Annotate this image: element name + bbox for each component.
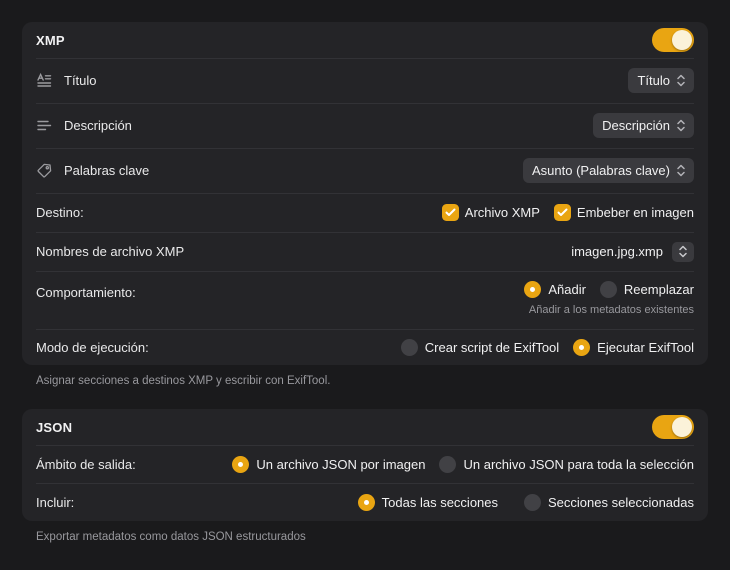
checkbox-archivo-xmp[interactable]: Archivo XMP	[441, 204, 540, 221]
radio-crear-script[interactable]: Crear script de ExifTool	[400, 338, 560, 356]
row-incluir: Incluir: Todas las secciones Secciones s…	[22, 483, 708, 521]
radio-unselected-icon	[599, 281, 617, 298]
radio-unselected-icon	[439, 455, 457, 473]
chevron-up-down-icon	[677, 164, 685, 177]
comportamiento-caption: Añadir a los metadatos existentes	[528, 304, 694, 316]
titulo-label: Título	[64, 73, 97, 88]
ambito-salida-label: Ámbito de salida:	[36, 456, 136, 472]
row-ambito-salida: Ámbito de salida: Un archivo JSON por im…	[22, 445, 708, 483]
incluir-radio-group: Todas las secciones Secciones selecciona…	[357, 493, 694, 511]
json-toggle[interactable]	[652, 415, 694, 439]
radio-json-toda-seleccion-label: Un archivo JSON para toda la selección	[463, 456, 694, 472]
radio-json-por-imagen[interactable]: Un archivo JSON por imagen	[232, 455, 426, 473]
comportamiento-radio-group: Añadir Reemplazar	[524, 281, 694, 298]
xmp-toggle[interactable]	[652, 28, 694, 52]
filename-value: imagen.jpg.xmp	[571, 244, 663, 259]
radio-selected-icon	[524, 281, 542, 298]
textformat-icon	[36, 72, 53, 89]
titulo-dropdown-value: Título	[637, 73, 670, 88]
xmp-header-row: XMP	[22, 22, 708, 58]
radio-selected-icon	[232, 455, 250, 473]
radio-selected-icon	[357, 493, 375, 511]
radio-json-toda-seleccion[interactable]: Un archivo JSON para toda la selección	[439, 455, 694, 473]
json-section-title: JSON	[36, 419, 73, 435]
modo-ejecucion-label: Modo de ejecución:	[36, 339, 149, 355]
radio-secciones-seleccionadas-label: Secciones seleccionadas	[548, 494, 694, 510]
radio-unselected-icon	[524, 493, 542, 511]
json-card: JSON Ámbito de salida: Un archivo JSON p…	[22, 409, 708, 521]
radio-anadir[interactable]: Añadir	[524, 281, 586, 298]
radio-reemplazar-label: Reemplazar	[623, 282, 694, 297]
radio-ejecutar-exiftool[interactable]: Ejecutar ExifTool	[573, 338, 694, 356]
row-comportamiento: Comportamiento: Añadir Reemplazar Añadir…	[22, 271, 708, 329]
text-lines-icon	[36, 117, 53, 134]
modo-radio-group: Crear script de ExifTool Ejecutar ExifTo…	[400, 338, 694, 356]
row-nombres-archivo-xmp: Nombres de archivo XMP imagen.jpg.xmp	[22, 232, 708, 271]
chevron-up-down-icon	[677, 74, 685, 87]
ambito-radio-group: Un archivo JSON por imagen Un archivo JS…	[232, 455, 694, 473]
row-modo-ejecucion: Modo de ejecución: Crear script de ExifT…	[22, 329, 708, 365]
filename-control: imagen.jpg.xmp	[571, 241, 694, 262]
comportamiento-label: Comportamiento:	[36, 285, 136, 300]
destino-label: Destino:	[36, 205, 84, 220]
nombres-archivo-label: Nombres de archivo XMP	[36, 244, 185, 259]
row-palabras-clave: Palabras clave Asunto (Palabras clave)	[22, 148, 708, 193]
xmp-card: XMP Título Título Descripción Descripció…	[22, 22, 708, 365]
radio-selected-icon	[573, 338, 591, 356]
destino-checkbox-group: Archivo XMP Embeber en imagen	[441, 204, 694, 221]
radio-secciones-seleccionadas[interactable]: Secciones seleccionadas	[524, 493, 694, 511]
json-footnote: Exportar metadatos como datos JSON estru…	[36, 531, 306, 543]
palabras-clave-dropdown-value: Asunto (Palabras clave)	[531, 163, 670, 178]
radio-todas-secciones-label: Todas las secciones	[381, 494, 499, 510]
radio-reemplazar[interactable]: Reemplazar	[599, 281, 694, 298]
radio-anadir-label: Añadir	[548, 282, 586, 297]
checkbox-checked-icon	[553, 204, 571, 221]
palabras-clave-dropdown[interactable]: Asunto (Palabras clave)	[522, 158, 694, 183]
xmp-toggle-knob	[672, 30, 692, 50]
radio-todas-secciones[interactable]: Todas las secciones	[357, 493, 499, 511]
comportamiento-controls: Añadir Reemplazar Añadir a los metadatos…	[524, 271, 694, 316]
tag-icon	[36, 162, 53, 179]
row-titulo: Título Título	[22, 58, 708, 103]
checkbox-archivo-xmp-label: Archivo XMP	[464, 205, 540, 220]
descripcion-dropdown-value: Descripción	[602, 118, 670, 133]
descripcion-label: Descripción	[64, 118, 132, 133]
row-descripcion: Descripción Descripción	[22, 103, 708, 148]
radio-crear-script-label: Crear script de ExifTool	[424, 339, 560, 355]
chevron-up-down-icon	[677, 119, 685, 132]
row-destino: Destino: Archivo XMP Embeber en imagen	[22, 193, 708, 232]
radio-json-por-imagen-label: Un archivo JSON por imagen	[256, 456, 426, 472]
descripcion-dropdown[interactable]: Descripción	[593, 113, 694, 138]
palabras-clave-label: Palabras clave	[64, 163, 150, 178]
xmp-section-title: XMP	[36, 32, 65, 48]
checkbox-embeber-en-imagen[interactable]: Embeber en imagen	[553, 204, 694, 221]
titulo-dropdown[interactable]: Título	[628, 68, 694, 93]
radio-unselected-icon	[400, 338, 418, 356]
checkbox-embeber-en-imagen-label: Embeber en imagen	[576, 205, 694, 220]
export-settings-panel: XMP Título Título Descripción Descripció…	[0, 0, 730, 565]
xmp-footnote: Asignar secciones a destinos XMP y escri…	[36, 375, 331, 387]
incluir-label: Incluir:	[36, 494, 75, 510]
json-toggle-knob	[672, 417, 692, 437]
checkbox-checked-icon	[441, 204, 459, 221]
json-header-row: JSON	[22, 409, 708, 445]
chevron-up-down-icon	[679, 245, 687, 258]
filename-pattern-selector[interactable]	[672, 241, 694, 262]
radio-ejecutar-exiftool-label: Ejecutar ExifTool	[597, 339, 694, 355]
